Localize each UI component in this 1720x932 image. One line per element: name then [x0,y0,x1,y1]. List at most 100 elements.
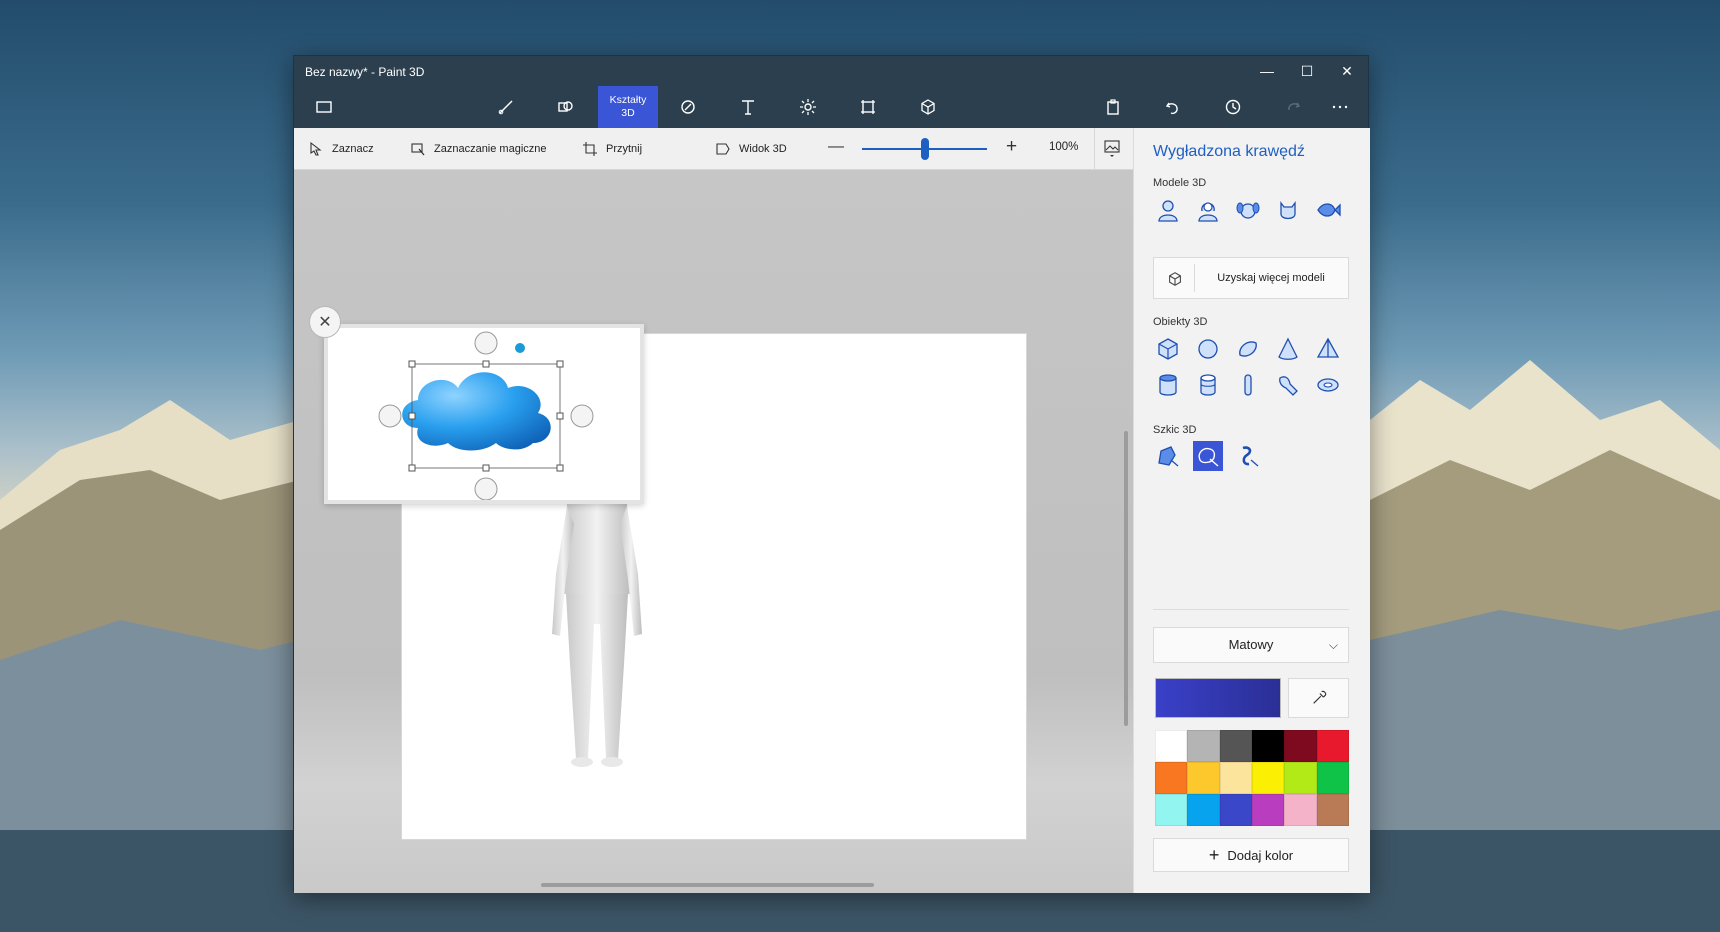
crop-icon [583,142,597,156]
cylinder-icon[interactable] [1153,370,1183,400]
crop-button[interactable]: Przytnij [582,141,642,157]
cube-icon[interactable] [1153,334,1183,364]
cone-icon[interactable] [1273,334,1303,364]
man-model-icon[interactable] [1153,195,1183,225]
crop-label: Przytnij [606,143,643,155]
capsule-icon[interactable] [1233,334,1263,364]
curved-cylinder-icon[interactable] [1273,370,1303,400]
color-swatch[interactable] [1219,762,1252,794]
color-swatch[interactable] [1316,730,1349,762]
woman-model-icon[interactable] [1193,195,1223,225]
smooth-edge-icon[interactable] [1193,441,1223,471]
sphere-icon[interactable] [1193,334,1223,364]
zoom-out-icon[interactable]: — [828,138,844,156]
close-button[interactable]: ✕ [1327,56,1367,86]
color-swatch[interactable] [1219,730,1252,762]
select-label: Zaznacz [332,143,374,155]
history-icon[interactable] [1203,86,1263,128]
color-swatch[interactable] [1316,794,1349,826]
chevron-down-icon: ⌵ [1328,638,1338,652]
zoom-percent: 100% [1049,141,1079,153]
color-swatch[interactable] [1187,730,1220,762]
tube-sketch-icon[interactable] [1233,441,1263,471]
torus-icon[interactable] [1313,370,1343,400]
menu-icon[interactable] [294,86,354,128]
magic-select-label: Zaznaczanie magiczne [434,143,547,155]
window-title: Bez nazwy* - Paint 3D [305,65,425,79]
close-preview-icon[interactable]: ✕ [309,306,341,338]
fish-model-icon[interactable] [1313,195,1343,225]
select-button[interactable]: Zaznacz [308,141,374,157]
color-swatch[interactable] [1251,762,1285,794]
pill-icon[interactable] [1233,370,1263,400]
image-view-icon[interactable] [1104,140,1120,158]
tab-3d-shapes[interactable]: Kształty 3D [598,86,658,128]
objects-label: Obiekty 3D [1153,316,1208,328]
tube-icon[interactable] [1193,370,1223,400]
divider [1094,128,1095,170]
cloud-3d-object[interactable] [328,328,640,500]
plus-icon: + [1208,845,1220,865]
finish-dropdown[interactable]: Matowy ⌵ [1153,627,1349,663]
2d-shapes-icon[interactable] [536,86,596,128]
paste-icon[interactable] [1083,86,1143,128]
more-icon[interactable] [1310,86,1370,128]
undo-icon[interactable] [1143,86,1203,128]
tab-3d-shapes-label: Kształty [609,94,647,106]
brush-icon[interactable] [476,86,536,128]
color-swatch[interactable] [1284,762,1317,794]
eyedropper-icon[interactable] [1288,678,1349,718]
remix3d-icon[interactable] [898,86,958,128]
horizontal-scrollbar[interactable] [541,883,874,887]
dog-model-icon[interactable] [1233,195,1263,225]
stickers-icon[interactable] [658,86,718,128]
zoom-in-icon[interactable]: + [1006,136,1017,158]
zoom-slider-thumb[interactable] [920,138,929,160]
main-toolbar: Kształty 3D [294,86,1368,128]
divider [1153,609,1349,610]
color-swatch[interactable] [1187,794,1220,826]
color-swatch[interactable] [1251,730,1285,762]
sharp-edge-icon[interactable] [1153,441,1183,471]
3d-object-preview[interactable] [324,324,644,504]
app-window: Bez nazwy* - Paint 3D — ☐ ✕ Kształty 3D [293,55,1370,893]
effects-icon[interactable] [778,86,838,128]
maximize-button[interactable]: ☐ [1287,56,1327,86]
side-panel: Wygładzona krawędź Modele 3D Uzyskaj wię… [1133,128,1370,893]
panel-title: Wygładzona krawędź [1153,143,1305,160]
cat-model-icon[interactable] [1273,195,1303,225]
get-more-models-label: Uzyskaj więcej modeli [1217,272,1325,284]
get-more-models-button[interactable]: Uzyskaj więcej modeli [1153,257,1349,299]
color-swatch[interactable] [1251,794,1285,826]
color-swatch[interactable] [1155,762,1188,794]
vertical-scrollbar[interactable] [1124,431,1128,726]
models-row [1153,195,1343,225]
models-label: Modele 3D [1153,177,1207,189]
color-swatch[interactable] [1219,794,1252,826]
color-swatch[interactable] [1155,794,1188,826]
sub-toolbar: Zaznacz Zaznaczanie magiczne Przytnij Wi… [294,128,1133,170]
sketch-row [1153,441,1263,471]
text-icon[interactable] [718,86,778,128]
pyramid-icon[interactable] [1313,334,1343,364]
color-swatch[interactable] [1187,762,1220,794]
view-3d-icon [716,143,730,155]
remix3d-icon [1169,272,1181,286]
finish-value: Matowy [1228,637,1274,652]
canvas-area[interactable]: ✕ [294,170,1133,893]
add-color-button[interactable]: + Dodaj kolor [1153,838,1349,872]
color-swatch[interactable] [1316,762,1349,794]
view-3d-button[interactable]: Widok 3D [715,141,787,157]
view-3d-label: Widok 3D [739,143,787,155]
canvas-icon[interactable] [838,86,898,128]
current-color-swatch[interactable] [1155,678,1281,718]
color-swatch[interactable] [1284,730,1317,762]
color-swatch[interactable] [1155,730,1188,762]
color-swatch[interactable] [1284,794,1317,826]
sketch-label: Szkic 3D [1153,424,1197,436]
add-color-label: Dodaj kolor [1227,847,1294,863]
tab-3d-shapes-label-2: 3D [621,107,635,119]
objects-row-1 [1153,334,1343,364]
magic-select-button[interactable]: Zaznaczanie magiczne [410,141,547,157]
minimize-button[interactable]: — [1247,56,1287,86]
